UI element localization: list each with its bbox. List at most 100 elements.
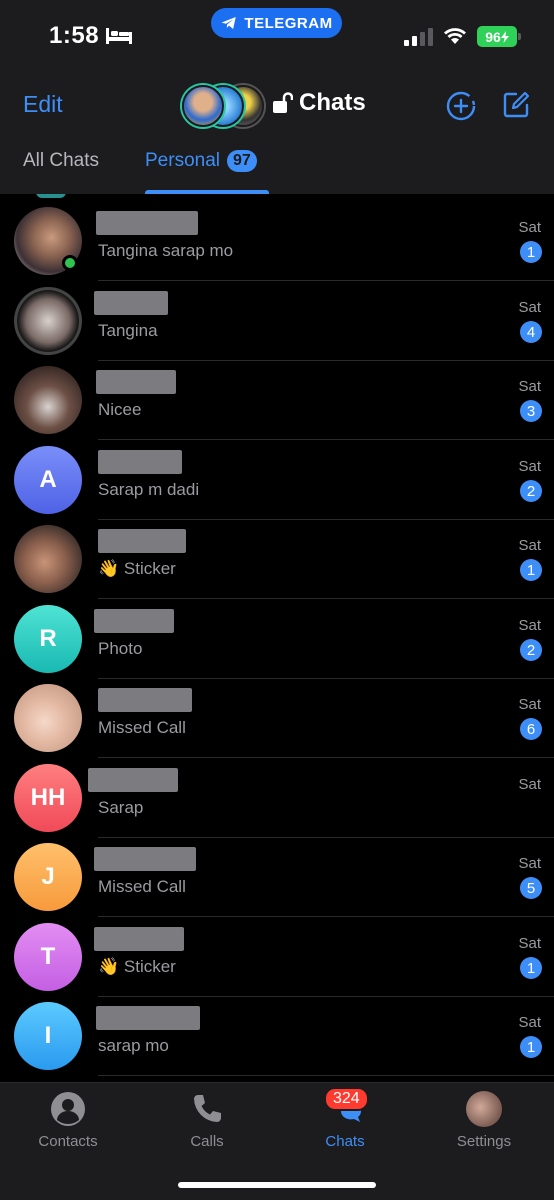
unread-badge: 1 — [520, 957, 542, 979]
add-story-icon[interactable] — [445, 90, 477, 122]
unread-badge: 2 — [520, 639, 542, 661]
cellular-signal-icon — [404, 28, 433, 46]
redacted-name — [96, 370, 176, 394]
battery-indicator: 96 — [477, 26, 517, 47]
redacted-name — [94, 609, 174, 633]
redacted-name — [96, 1006, 200, 1030]
redacted-name — [98, 688, 192, 712]
chat-row[interactable]: I sarap mo Sat 1 — [0, 996, 554, 1076]
unread-badge: 3 — [520, 400, 542, 422]
battery-level: 96 — [485, 28, 501, 45]
page-title: Chats — [299, 89, 366, 116]
divider — [98, 1075, 554, 1076]
telegram-plane-icon — [221, 17, 237, 29]
message-preview: Sarap m dadi — [98, 480, 200, 499]
title-area[interactable]: Chats — [273, 89, 366, 117]
charging-bolt-icon — [500, 30, 509, 43]
edit-button[interactable]: Edit — [23, 91, 63, 118]
stories-avatars[interactable] — [182, 85, 266, 127]
unread-badge: 2 — [520, 480, 542, 502]
redacted-name — [98, 529, 186, 553]
message-date: Sat — [518, 855, 541, 872]
compose-icon[interactable] — [500, 89, 532, 121]
story-avatar[interactable] — [182, 85, 224, 127]
online-indicator — [62, 255, 78, 271]
chat-row[interactable]: HH Sarap Sat — [0, 758, 554, 838]
message-date: Sat — [518, 1014, 541, 1031]
chat-row[interactable]: Tangina Sat 4 — [0, 281, 554, 361]
avatar — [14, 287, 82, 355]
settings-avatar — [466, 1091, 502, 1127]
message-date: Sat — [518, 935, 541, 952]
tab-all-chats[interactable]: All Chats — [23, 150, 99, 172]
chat-row[interactable]: A Sarap m dadi Sat 2 — [0, 440, 554, 520]
contacts-person-icon — [51, 1092, 85, 1126]
message-preview: Nicee — [98, 400, 142, 419]
message-preview: Missed Call — [98, 877, 186, 896]
avatar — [14, 366, 82, 434]
tab-personal[interactable]: Personal 97 — [145, 150, 257, 172]
unread-badge: 1 — [520, 1036, 542, 1058]
avatar — [14, 684, 82, 752]
tab-personal-label: Personal — [145, 150, 220, 171]
chat-row[interactable]: Missed Call Sat 6 — [0, 678, 554, 758]
pill-label: TELEGRAM — [244, 14, 333, 32]
partial-avatar — [36, 194, 66, 198]
message-date: Sat — [518, 617, 541, 634]
avatar-initials: A — [14, 446, 82, 514]
message-date: Sat — [518, 378, 541, 395]
message-preview: sarap mo — [98, 1036, 169, 1055]
tab-settings[interactable]: Settings — [424, 1091, 544, 1150]
redacted-name — [96, 211, 198, 235]
message-date: Sat — [518, 696, 541, 713]
message-preview: 👋 Sticker — [98, 957, 176, 976]
chat-row[interactable]: J Missed Call Sat 5 — [0, 837, 554, 917]
unread-badge: 1 — [520, 559, 542, 581]
home-indicator — [178, 1182, 376, 1188]
chat-row[interactable]: Tangina sarap mo Sat 1 — [0, 201, 554, 281]
battery-nub — [518, 33, 521, 40]
unread-badge: 4 — [520, 321, 542, 343]
tab-settings-label: Settings — [456, 1133, 512, 1150]
message-preview: Photo — [98, 639, 143, 658]
redacted-name — [98, 450, 182, 474]
chat-row[interactable]: T 👋 Sticker Sat 1 — [0, 917, 554, 997]
unread-badge: 6 — [520, 718, 542, 740]
chat-list[interactable]: Tangina sarap mo Sat 1 Tangina Sat 4 Nic… — [0, 194, 554, 1082]
avatar — [14, 525, 82, 593]
status-time: 1:58 — [49, 22, 100, 49]
message-date: Sat — [518, 776, 541, 793]
redacted-name — [94, 291, 168, 315]
message-preview: Sarap — [98, 798, 144, 817]
message-date: Sat — [518, 299, 541, 316]
avatar-initials: R — [14, 605, 82, 673]
tab-calls-label: Calls — [190, 1133, 224, 1150]
avatar-initials: HH — [14, 764, 82, 832]
tab-personal-badge: 97 — [227, 150, 257, 172]
status-bar: 1:58 TELEGRAM 96 — [0, 0, 554, 72]
tab-contacts-label: Contacts — [38, 1133, 98, 1150]
unread-badge: 1 — [520, 241, 542, 263]
unread-badge: 5 — [520, 877, 542, 899]
chat-row[interactable]: R Photo Sat 2 — [0, 599, 554, 679]
telegram-pill-button[interactable]: TELEGRAM — [211, 8, 342, 38]
message-preview: 👋 Sticker — [98, 559, 176, 578]
chat-row[interactable]: Nicee Sat 3 — [0, 360, 554, 440]
avatar-initials: T — [14, 923, 82, 991]
phone-icon — [194, 1095, 221, 1122]
unlocked-padlock-icon — [273, 92, 293, 113]
tab-calls[interactable]: Calls — [147, 1091, 267, 1150]
message-preview: Missed Call — [98, 718, 186, 737]
tab-chats-label: Chats — [325, 1133, 365, 1150]
sleep-bed-icon — [106, 28, 132, 44]
redacted-name — [94, 927, 184, 951]
message-date: Sat — [518, 458, 541, 475]
avatar-initials: I — [14, 1002, 82, 1070]
chat-row[interactable]: 👋 Sticker Sat 1 — [0, 519, 554, 599]
avatar-initials: J — [14, 843, 82, 911]
message-date: Sat — [518, 537, 541, 554]
tab-contacts[interactable]: Contacts — [8, 1091, 128, 1150]
redacted-name — [94, 847, 196, 871]
redacted-name — [88, 768, 178, 792]
message-preview: Tangina — [98, 321, 158, 340]
